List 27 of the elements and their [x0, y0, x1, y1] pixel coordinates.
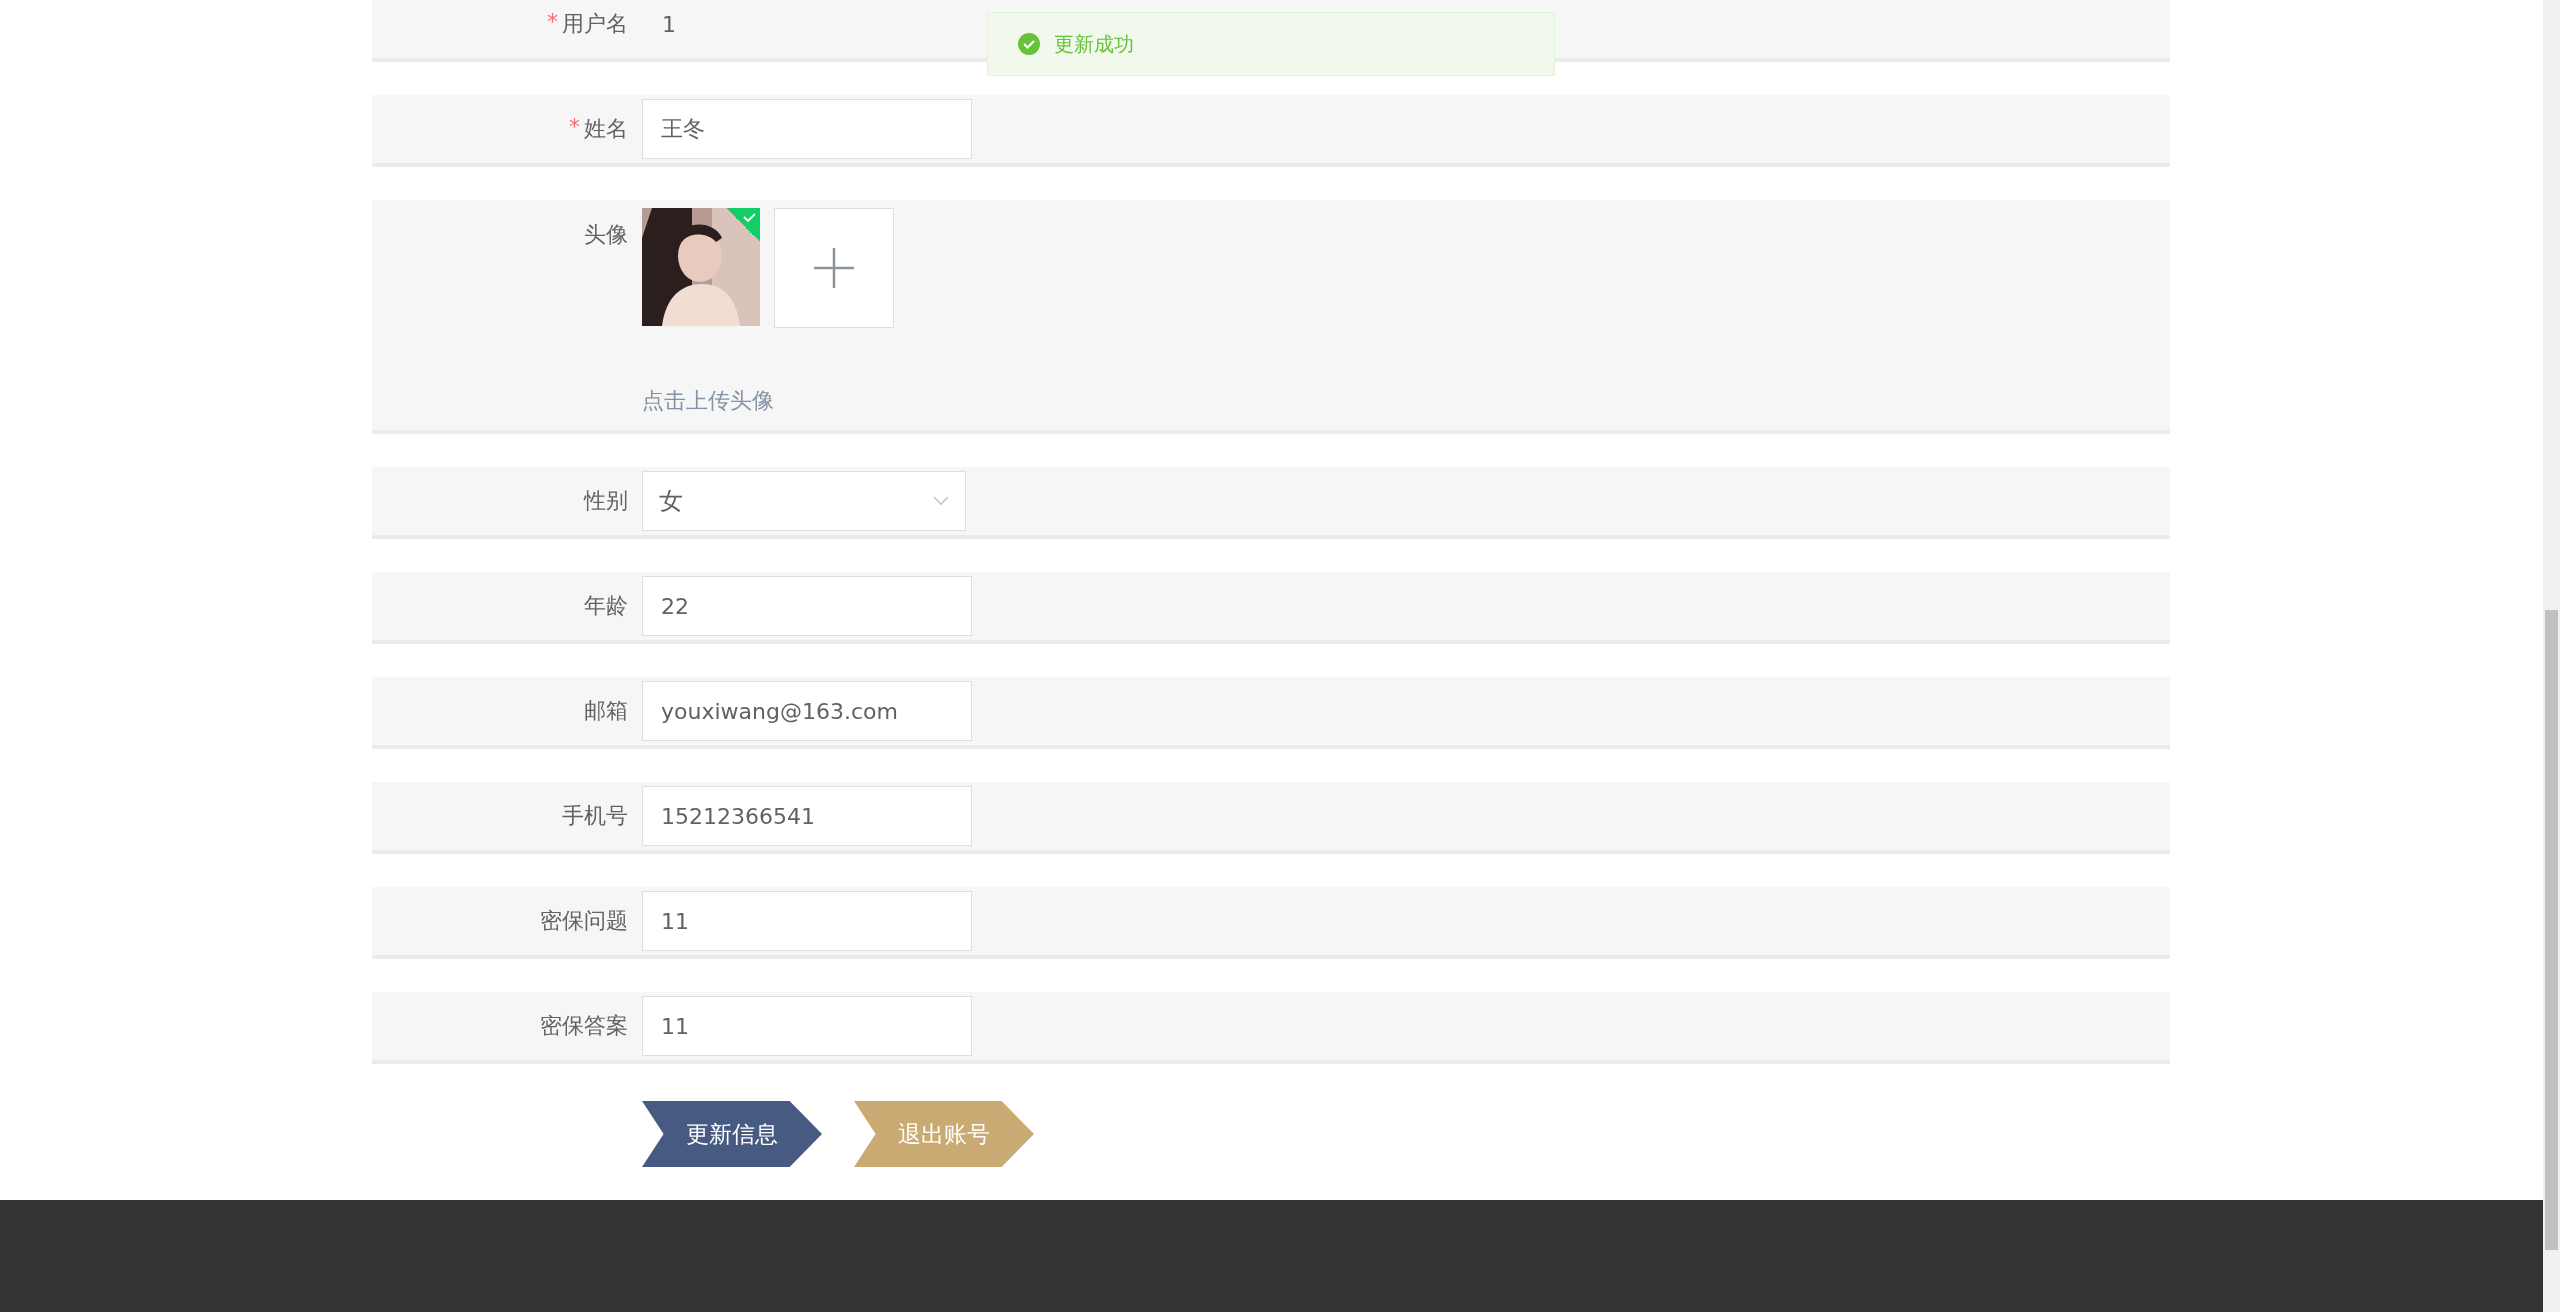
field-label: 手机号	[562, 802, 628, 830]
scrollbar[interactable]	[2543, 0, 2560, 1312]
upload-button[interactable]	[774, 208, 894, 328]
plus-icon	[814, 248, 854, 288]
required-mark: *	[569, 114, 580, 141]
update-button[interactable]: 更新信息	[642, 1101, 822, 1167]
chevron-down-icon	[933, 496, 949, 506]
input-field[interactable]: 11	[642, 996, 972, 1056]
field-label: 年龄	[584, 592, 628, 620]
input-field[interactable]: youxiwang@163.com	[642, 681, 972, 741]
input-field[interactable]: 22	[642, 576, 972, 636]
field-label: 性别	[584, 487, 628, 515]
field-label: 头像	[584, 221, 628, 249]
input-field[interactable]: 王冬	[642, 99, 972, 159]
success-icon	[1018, 33, 1040, 55]
input-field[interactable]: 11	[642, 891, 972, 951]
field-label: 用户名	[562, 10, 628, 38]
required-mark: *	[547, 9, 558, 36]
field-label: 姓名	[584, 115, 628, 143]
upload-hint: 点击上传头像	[642, 387, 775, 415]
select-field[interactable]: 女	[642, 471, 966, 531]
field-label: 邮箱	[584, 697, 628, 725]
field-label: 密保问题	[540, 907, 628, 935]
input-field[interactable]: 15212366541	[642, 786, 972, 846]
username-value: 1	[661, 11, 676, 37]
field-label: 密保答案	[540, 1012, 628, 1040]
toast-message: 更新成功	[1054, 30, 1134, 58]
